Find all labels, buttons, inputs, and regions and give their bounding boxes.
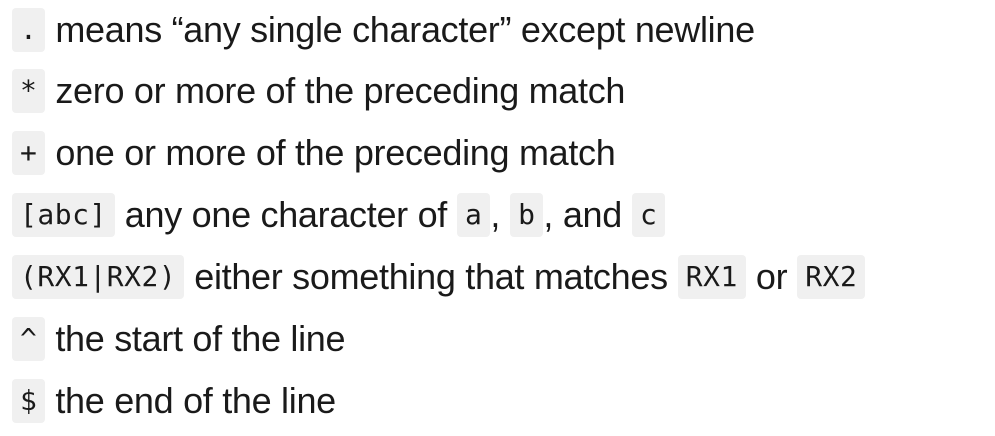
regex-token: ^ [12,317,46,361]
regex-token: * [12,69,46,113]
inline-code-a: a [457,193,491,237]
inline-code-rx2: RX2 [797,255,866,299]
regex-description: means “any single character” except newl… [55,9,755,50]
regex-description: either something that matches [194,256,668,297]
regex-description: zero or more of the preceding match [55,70,626,111]
regex-description: the end of the line [55,380,336,421]
regex-row-char-class: [abc] any one character of a , b , and c [12,184,995,246]
regex-token: . [12,8,46,52]
regex-reference-list: . means “any single character” except ne… [12,0,995,436]
separator-and: , and [543,194,622,235]
inline-code-b: b [510,193,544,237]
regex-row-alternation: (RX1|RX2) either something that matches … [12,246,995,308]
separator-comma: , [490,194,501,235]
regex-token: + [12,131,46,175]
separator-or: or [755,256,788,297]
regex-row-caret: ^ the start of the line [12,308,995,370]
inline-code-rx1: RX1 [677,255,746,299]
regex-row-dot: . means “any single character” except ne… [12,0,995,60]
regex-description: the start of the line [55,318,346,359]
regex-token: (RX1|RX2) [12,255,185,299]
regex-row-plus: + one or more of the preceding match [12,122,995,184]
regex-description: one or more of the preceding match [55,132,616,173]
regex-token: $ [12,379,46,423]
regex-token: [abc] [12,193,115,237]
regex-row-dollar: $ the end of the line [12,370,995,432]
regex-description: any one character of [124,194,448,235]
inline-code-c: c [632,193,666,237]
regex-row-star: * zero or more of the preceding match [12,60,995,122]
